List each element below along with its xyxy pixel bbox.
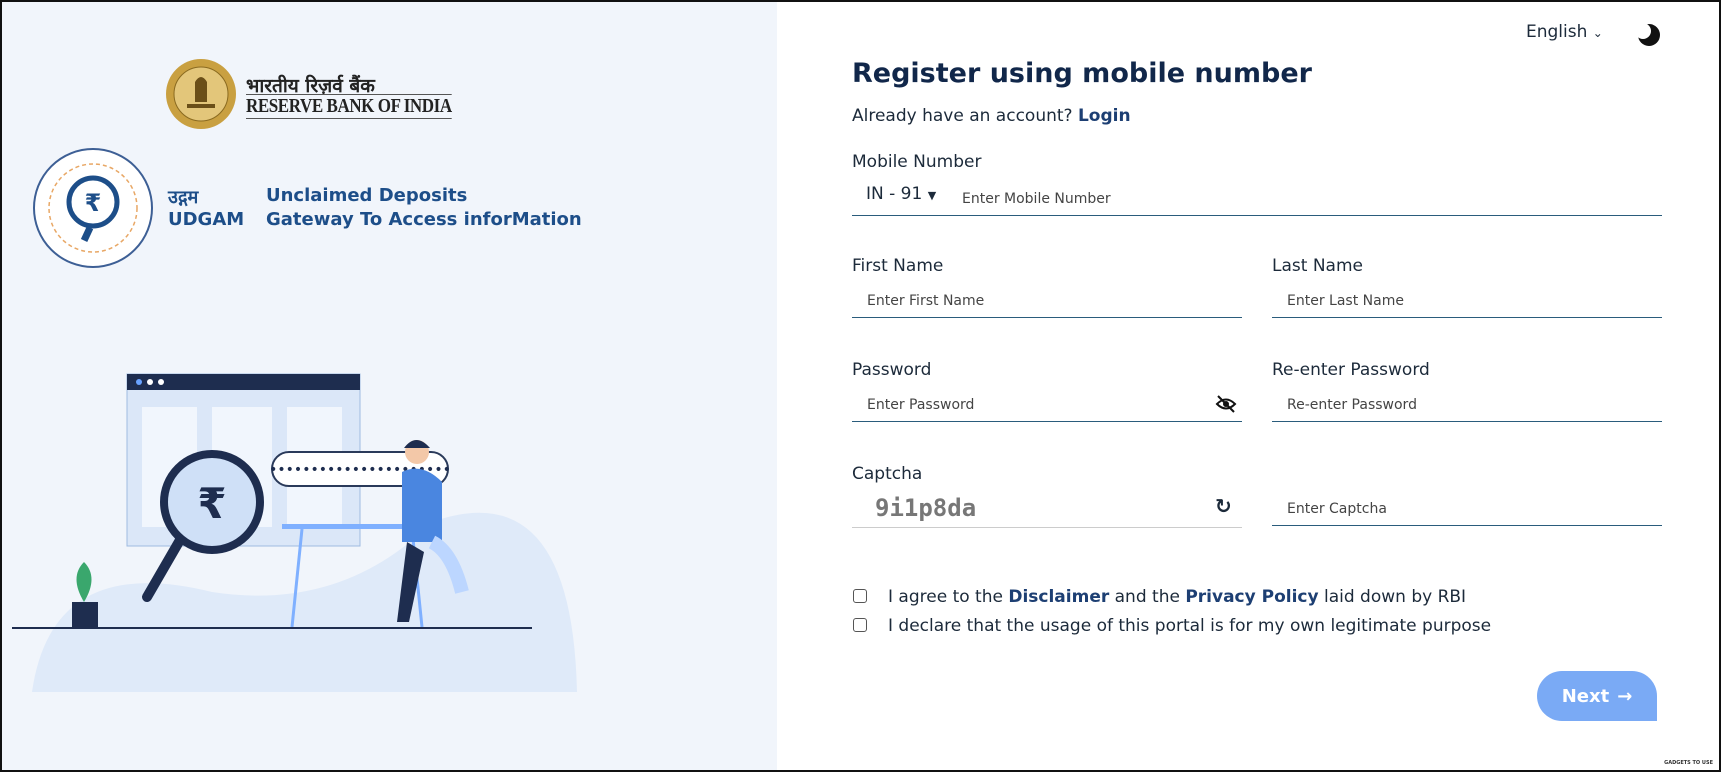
agree-text-3: laid down by RBI (1318, 587, 1467, 607)
privacy-policy-link[interactable]: Privacy Policy (1185, 587, 1318, 607)
next-button[interactable]: Next → (1537, 671, 1657, 721)
disclaimer-link[interactable]: Disclaimer (1008, 587, 1109, 607)
already-text: Already have an account? (852, 106, 1073, 126)
first-name-input[interactable] (852, 284, 1242, 318)
declare-checkbox[interactable] (853, 618, 867, 632)
captcha-image-text: 9i1p8da (875, 494, 977, 522)
captcha-box: 9i1p8da ↻ (852, 490, 1242, 528)
svg-text:₹: ₹ (85, 189, 102, 217)
language-selector[interactable]: English ⌄ (1526, 22, 1603, 42)
moon-icon[interactable] (1637, 23, 1661, 47)
udgam-tagline-1: Unclaimed Deposits (266, 185, 468, 206)
password-label: Password (852, 360, 932, 380)
captcha-label: Captcha (852, 464, 923, 484)
agree-checkbox[interactable] (853, 589, 867, 603)
page-title: Register using mobile number (852, 58, 1312, 89)
repassword-input[interactable] (1272, 388, 1662, 422)
agree-text: I agree to the Disclaimer and the Privac… (888, 587, 1466, 607)
language-label: English (1526, 22, 1588, 42)
next-label: Next (1561, 685, 1610, 707)
already-account: Already have an account? Login (852, 106, 1131, 126)
udgam-hindi: उद्गम (168, 187, 199, 208)
udgam-english: UDGAM (168, 209, 245, 230)
illustration: •••••••••••••••••••••• ₹ (12, 373, 577, 692)
rbi-english-name: RESERVE BANK OF INDIA (246, 94, 452, 119)
register-panel: English ⌄ Register using mobile number A… (777, 2, 1719, 770)
last-name-input[interactable] (1272, 284, 1662, 318)
declare-text: I declare that the usage of this portal … (888, 616, 1492, 636)
svg-text:₹: ₹ (197, 479, 226, 528)
rbi-seal-logo (166, 59, 236, 129)
watermark: GADGETS TO USE (1664, 760, 1713, 766)
mobile-input[interactable] (852, 182, 1662, 216)
agree-text-2: and the (1109, 587, 1186, 607)
brand-panel: भारतीय रिज़र्व बैंक RESERVE BANK OF INDI… (2, 2, 777, 770)
repassword-label: Re-enter Password (1272, 360, 1430, 380)
login-link[interactable]: Login (1078, 106, 1131, 126)
udgam-logo: ₹ (33, 148, 153, 268)
last-name-label: Last Name (1272, 256, 1363, 276)
agree-text-1: I agree to the (888, 587, 1009, 607)
password-input[interactable] (852, 388, 1242, 422)
chevron-down-icon: ⌄ (1592, 26, 1603, 40)
mobile-label: Mobile Number (852, 152, 982, 172)
first-name-label: First Name (852, 256, 944, 276)
arrow-right-icon: → (1617, 685, 1633, 707)
eye-off-icon[interactable] (1215, 394, 1237, 414)
captcha-input[interactable] (1272, 492, 1662, 526)
refresh-icon[interactable]: ↻ (1215, 494, 1232, 518)
udgam-tagline-2: Gateway To Access inforMation (266, 209, 582, 230)
